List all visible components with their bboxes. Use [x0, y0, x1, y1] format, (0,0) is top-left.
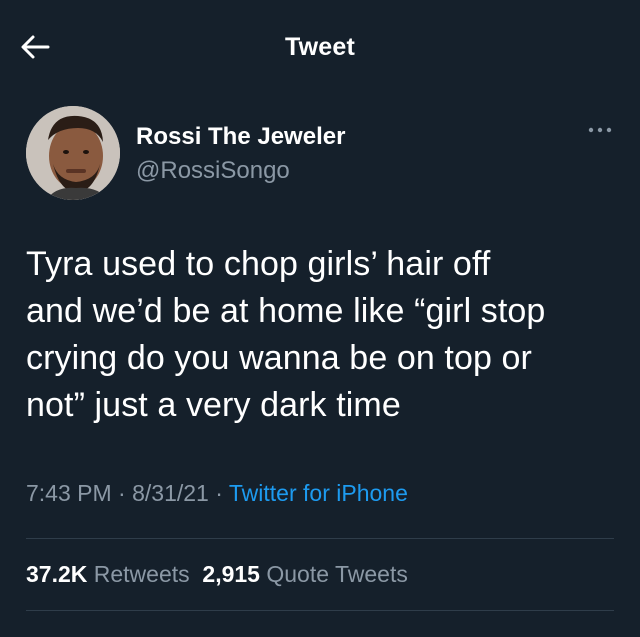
engagement-stats: 37.2K Retweets 2,915 Quote Tweets	[26, 561, 408, 588]
more-options-button[interactable]	[586, 122, 614, 138]
tweet-source-link[interactable]: Twitter for iPhone	[229, 480, 408, 506]
tweet-text: Tyra used to chop girls’ hair off and we…	[26, 241, 626, 429]
tweet-time[interactable]: 7:43 PM	[26, 480, 112, 506]
author-display-name[interactable]: Rossi The Jeweler	[136, 123, 345, 151]
author-handle[interactable]: @RossiSongo	[136, 157, 290, 185]
tweet-text-line: and we’d be at home like “girl stop	[26, 292, 546, 330]
tweet-text-line: not” just a very dark time	[26, 386, 401, 424]
quote-tweets-stat[interactable]: 2,915 Quote Tweets	[202, 561, 407, 587]
avatar[interactable]	[26, 106, 120, 200]
divider	[26, 538, 614, 539]
meta-separator: ·	[208, 480, 229, 506]
retweets-stat[interactable]: 37.2K Retweets	[26, 561, 190, 587]
quote-tweets-label: Quote Tweets	[266, 561, 408, 587]
profile-photo-icon	[26, 106, 120, 200]
retweets-label: Retweets	[93, 561, 190, 587]
retweets-count: 37.2K	[26, 561, 88, 587]
top-bar: Tweet	[0, 0, 640, 96]
more-horizontal-icon	[588, 127, 612, 133]
page-title: Tweet	[285, 33, 355, 61]
tweet-text-line: crying do you wanna be on top or	[26, 339, 532, 377]
tweet-date[interactable]: 8/31/21	[132, 480, 209, 506]
quote-tweets-count: 2,915	[202, 561, 260, 587]
tweet-text-line: Tyra used to chop girls’ hair off	[26, 245, 491, 283]
tweet-metadata: 7:43 PM · 8/31/21 · Twitter for iPhone	[26, 480, 408, 507]
divider	[26, 610, 614, 611]
meta-separator: ·	[111, 480, 133, 506]
